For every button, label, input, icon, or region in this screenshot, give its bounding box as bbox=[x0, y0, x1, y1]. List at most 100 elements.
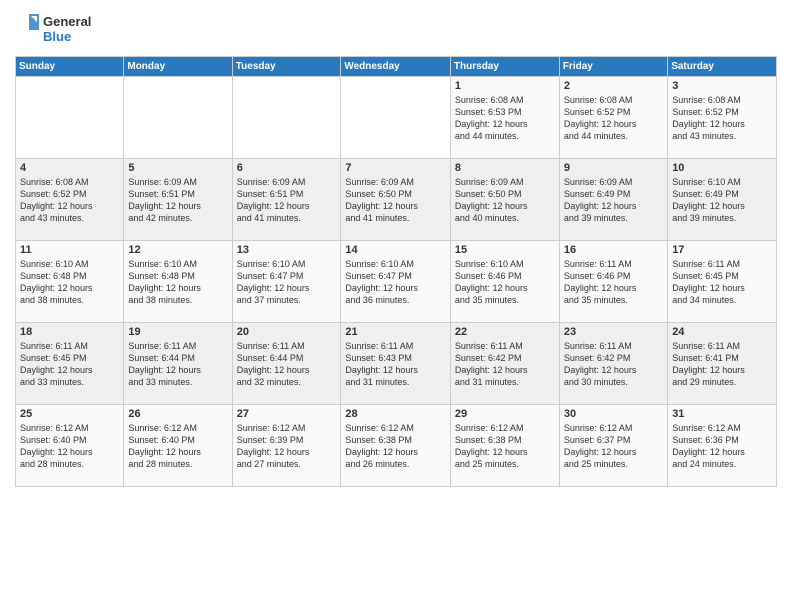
day-number: 30 bbox=[564, 408, 663, 420]
calendar-cell: 23 Sunrise: 6:11 AM Sunset: 6:42 PM Dayli… bbox=[559, 323, 667, 405]
page-container: General Blue SundayMondayTuesdayWednesda… bbox=[0, 0, 792, 612]
calendar-week-row: 11 Sunrise: 6:10 AM Sunset: 6:48 PM Dayli… bbox=[16, 241, 777, 323]
day-info: Sunrise: 6:10 AM Sunset: 6:48 PM Dayligh… bbox=[20, 258, 119, 307]
weekday-header: Monday bbox=[124, 57, 232, 77]
day-number: 6 bbox=[237, 162, 337, 174]
day-info: Sunrise: 6:12 AM Sunset: 6:38 PM Dayligh… bbox=[455, 422, 555, 471]
calendar-cell: 1Sunrise: 6:08 AM Sunset: 6:53 PM Daylig… bbox=[450, 77, 559, 159]
day-info: Sunrise: 6:12 AM Sunset: 6:40 PM Dayligh… bbox=[20, 422, 119, 471]
calendar-cell: 20Sunrise: 6:11 AM Sunset: 6:44 PM Dayli… bbox=[232, 323, 341, 405]
svg-text:General: General bbox=[43, 14, 91, 29]
day-info: Sunrise: 6:10 AM Sunset: 6:47 PM Dayligh… bbox=[237, 258, 337, 307]
day-info: Sunrise: 6:12 AM Sunset: 6:39 PM Dayligh… bbox=[237, 422, 337, 471]
weekday-header: Wednesday bbox=[341, 57, 451, 77]
day-number: 17 bbox=[672, 244, 772, 256]
calendar-cell: 2 Sunrise: 6:08 AM Sunset: 6:52 PM Daylig… bbox=[559, 77, 667, 159]
calendar-week-row: 4 Sunrise: 6:08 AM Sunset: 6:52 PM Daylig… bbox=[16, 159, 777, 241]
day-number: 23 bbox=[564, 326, 663, 338]
day-number: 26 bbox=[128, 408, 227, 420]
day-number: 14 bbox=[345, 244, 446, 256]
day-info: Sunrise: 6:11 AM Sunset: 6:45 PM Dayligh… bbox=[20, 340, 119, 389]
day-info: Sunrise: 6:10 AM Sunset: 6:46 PM Dayligh… bbox=[455, 258, 555, 307]
day-number: 11 bbox=[20, 244, 119, 256]
calendar-cell: 13 Sunrise: 6:10 AM Sunset: 6:47 PM Dayli… bbox=[232, 241, 341, 323]
calendar-cell: 22Sunrise: 6:11 AM Sunset: 6:42 PM Dayli… bbox=[450, 323, 559, 405]
calendar-cell: 11 Sunrise: 6:10 AM Sunset: 6:48 PM Dayli… bbox=[16, 241, 124, 323]
calendar-cell: 19 Sunrise: 6:11 AM Sunset: 6:44 PM Dayli… bbox=[124, 323, 232, 405]
weekday-header: Thursday bbox=[450, 57, 559, 77]
calendar-week-row: 18 Sunrise: 6:11 AM Sunset: 6:45 PM Dayli… bbox=[16, 323, 777, 405]
day-info: Sunrise: 6:12 AM Sunset: 6:37 PM Dayligh… bbox=[564, 422, 663, 471]
calendar-cell: 10Sunrise: 6:10 AM Sunset: 6:49 PM Dayli… bbox=[668, 159, 777, 241]
day-info: Sunrise: 6:08 AM Sunset: 6:52 PM Dayligh… bbox=[672, 94, 772, 143]
day-number: 5 bbox=[128, 162, 227, 174]
day-number: 1 bbox=[455, 80, 555, 92]
day-number: 15 bbox=[455, 244, 555, 256]
calendar-cell: 6 Sunrise: 6:09 AM Sunset: 6:51 PM Daylig… bbox=[232, 159, 341, 241]
calendar-cell: 8 Sunrise: 6:09 AM Sunset: 6:50 PM Daylig… bbox=[450, 159, 559, 241]
day-info: Sunrise: 6:09 AM Sunset: 6:50 PM Dayligh… bbox=[455, 176, 555, 225]
day-info: Sunrise: 6:10 AM Sunset: 6:48 PM Dayligh… bbox=[128, 258, 227, 307]
day-info: Sunrise: 6:12 AM Sunset: 6:40 PM Dayligh… bbox=[128, 422, 227, 471]
day-number: 21 bbox=[345, 326, 446, 338]
day-number: 31 bbox=[672, 408, 772, 420]
day-number: 7 bbox=[345, 162, 446, 174]
day-info: Sunrise: 6:09 AM Sunset: 6:50 PM Dayligh… bbox=[345, 176, 446, 225]
calendar-cell: 27Sunrise: 6:12 AM Sunset: 6:39 PM Dayli… bbox=[232, 405, 341, 487]
calendar-cell bbox=[124, 77, 232, 159]
day-info: Sunrise: 6:09 AM Sunset: 6:51 PM Dayligh… bbox=[237, 176, 337, 225]
day-info: Sunrise: 6:08 AM Sunset: 6:52 PM Dayligh… bbox=[20, 176, 119, 225]
calendar-cell: 26 Sunrise: 6:12 AM Sunset: 6:40 PM Dayli… bbox=[124, 405, 232, 487]
day-number: 9 bbox=[564, 162, 663, 174]
calendar-week-row: 25 Sunrise: 6:12 AM Sunset: 6:40 PM Dayli… bbox=[16, 405, 777, 487]
weekday-header: Sunday bbox=[16, 57, 124, 77]
day-number: 28 bbox=[345, 408, 446, 420]
day-number: 22 bbox=[455, 326, 555, 338]
day-info: Sunrise: 6:09 AM Sunset: 6:49 PM Dayligh… bbox=[564, 176, 663, 225]
calendar-cell: 18 Sunrise: 6:11 AM Sunset: 6:45 PM Dayli… bbox=[16, 323, 124, 405]
calendar-cell: 25 Sunrise: 6:12 AM Sunset: 6:40 PM Dayli… bbox=[16, 405, 124, 487]
day-info: Sunrise: 6:08 AM Sunset: 6:52 PM Dayligh… bbox=[564, 94, 663, 143]
day-number: 29 bbox=[455, 408, 555, 420]
day-info: Sunrise: 6:11 AM Sunset: 6:45 PM Dayligh… bbox=[672, 258, 772, 307]
day-number: 19 bbox=[128, 326, 227, 338]
day-info: Sunrise: 6:11 AM Sunset: 6:44 PM Dayligh… bbox=[237, 340, 337, 389]
calendar-cell: 16Sunrise: 6:11 AM Sunset: 6:46 PM Dayli… bbox=[559, 241, 667, 323]
calendar-cell bbox=[16, 77, 124, 159]
day-number: 3 bbox=[672, 80, 772, 92]
calendar-cell: 5 Sunrise: 6:09 AM Sunset: 6:51 PM Daylig… bbox=[124, 159, 232, 241]
calendar-cell: 15 Sunrise: 6:10 AM Sunset: 6:46 PM Dayli… bbox=[450, 241, 559, 323]
weekday-header: Friday bbox=[559, 57, 667, 77]
day-number: 8 bbox=[455, 162, 555, 174]
day-info: Sunrise: 6:11 AM Sunset: 6:42 PM Dayligh… bbox=[564, 340, 663, 389]
calendar-cell: 12Sunrise: 6:10 AM Sunset: 6:48 PM Dayli… bbox=[124, 241, 232, 323]
header: General Blue bbox=[15, 10, 777, 48]
day-info: Sunrise: 6:11 AM Sunset: 6:44 PM Dayligh… bbox=[128, 340, 227, 389]
calendar-cell bbox=[232, 77, 341, 159]
calendar-cell: 21 Sunrise: 6:11 AM Sunset: 6:43 PM Dayli… bbox=[341, 323, 451, 405]
calendar-cell: 14 Sunrise: 6:10 AM Sunset: 6:47 PM Dayli… bbox=[341, 241, 451, 323]
weekday-header: Tuesday bbox=[232, 57, 341, 77]
calendar-cell bbox=[341, 77, 451, 159]
day-number: 13 bbox=[237, 244, 337, 256]
day-number: 16 bbox=[564, 244, 663, 256]
calendar-cell: 29 Sunrise: 6:12 AM Sunset: 6:38 PM Dayli… bbox=[450, 405, 559, 487]
day-number: 25 bbox=[20, 408, 119, 420]
calendar-cell: 31 Sunrise: 6:12 AM Sunset: 6:36 PM Dayli… bbox=[668, 405, 777, 487]
svg-text:Blue: Blue bbox=[43, 29, 71, 44]
day-info: Sunrise: 6:12 AM Sunset: 6:36 PM Dayligh… bbox=[672, 422, 772, 471]
day-info: Sunrise: 6:11 AM Sunset: 6:41 PM Dayligh… bbox=[672, 340, 772, 389]
calendar-cell: 9 Sunrise: 6:09 AM Sunset: 6:49 PM Daylig… bbox=[559, 159, 667, 241]
calendar-header-row: SundayMondayTuesdayWednesdayThursdayFrid… bbox=[16, 57, 777, 77]
day-info: Sunrise: 6:11 AM Sunset: 6:43 PM Dayligh… bbox=[345, 340, 446, 389]
day-number: 2 bbox=[564, 80, 663, 92]
logo-svg: General Blue bbox=[15, 10, 105, 48]
day-info: Sunrise: 6:09 AM Sunset: 6:51 PM Dayligh… bbox=[128, 176, 227, 225]
day-info: Sunrise: 6:10 AM Sunset: 6:47 PM Dayligh… bbox=[345, 258, 446, 307]
calendar-cell: 3 Sunrise: 6:08 AM Sunset: 6:52 PM Daylig… bbox=[668, 77, 777, 159]
calendar-cell: 4 Sunrise: 6:08 AM Sunset: 6:52 PM Daylig… bbox=[16, 159, 124, 241]
day-number: 4 bbox=[20, 162, 119, 174]
day-number: 18 bbox=[20, 326, 119, 338]
weekday-header: Saturday bbox=[668, 57, 777, 77]
logo: General Blue bbox=[15, 10, 105, 48]
